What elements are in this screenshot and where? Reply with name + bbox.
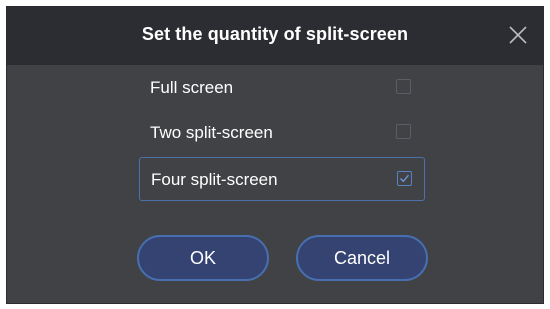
option-two-split-screen[interactable]: Two split-screen <box>139 111 425 155</box>
option-four-split-screen[interactable]: Four split-screen <box>139 157 425 201</box>
ok-button[interactable]: OK <box>137 235 269 281</box>
four-split-screen-checkbox[interactable] <box>397 171 412 186</box>
option-label: Full screen <box>150 78 234 97</box>
option-label: Four split-screen <box>151 170 278 189</box>
option-label: Two split-screen <box>150 123 273 142</box>
option-full-screen[interactable]: Full screen <box>139 66 425 110</box>
dialog-title: Set the quantity of split-screen <box>141 24 409 44</box>
dialog-header: Set the quantity of split-screen <box>7 7 543 65</box>
two-split-screen-checkbox[interactable] <box>396 124 411 139</box>
close-icon[interactable] <box>507 24 529 46</box>
cancel-button[interactable]: Cancel <box>296 235 428 281</box>
split-screen-dialog: Set the quantity of split-screen Full sc… <box>6 6 544 304</box>
checkmark-icon <box>400 174 410 183</box>
full-screen-checkbox[interactable] <box>396 79 411 94</box>
